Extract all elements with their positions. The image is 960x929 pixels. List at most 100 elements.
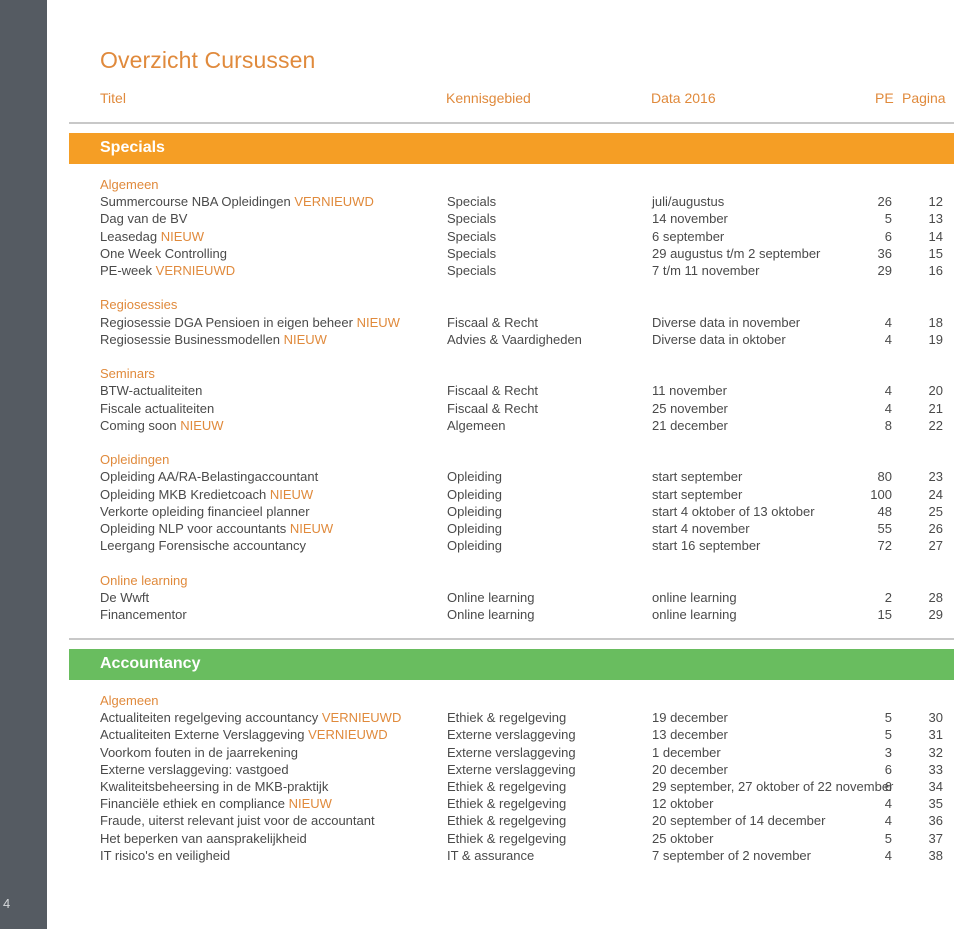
course-dates: 6 september bbox=[652, 228, 725, 244]
course-dates: 13 december bbox=[652, 727, 728, 743]
course-page: 27 bbox=[928, 538, 943, 554]
course-row: Externe verslaggeving: vastgoed Externe v… bbox=[0, 762, 960, 779]
course-row: Verkorte opleiding financieel planner Opl… bbox=[0, 504, 960, 521]
course-page: 32 bbox=[928, 744, 943, 760]
course-area: IT & assurance bbox=[447, 847, 535, 863]
course-status-tag: VERNIEUWD bbox=[308, 727, 388, 743]
column-header-pe: PE bbox=[875, 90, 894, 106]
column-header-dates: Data 2016 bbox=[651, 90, 716, 106]
course-row: Opleiding MKB Kredietcoach NIEUW Opleidin… bbox=[0, 487, 960, 504]
course-title: BTW-actualiteiten bbox=[100, 383, 203, 399]
course-page: 15 bbox=[928, 245, 943, 261]
course-status-tag: VERNIEUWD bbox=[321, 710, 402, 726]
course-dates: 12 oktober bbox=[652, 796, 714, 812]
course-row: BTW-actualiteiten Fiscaal & Recht 11 novem… bbox=[0, 383, 960, 400]
course-pe: 5 bbox=[884, 211, 892, 227]
course-pe: 100 bbox=[870, 486, 892, 502]
course-page: 22 bbox=[928, 417, 943, 433]
course-row: IT risico's en veiligheid IT & assurance 7… bbox=[0, 848, 960, 865]
course-title: Summercourse NBA Opleidingen bbox=[100, 194, 291, 210]
course-title-cell: Fiscale actualiteiten bbox=[100, 401, 214, 416]
course-pe: 3 bbox=[884, 744, 892, 760]
course-row: Kwaliteitsbeheersing in de MKB-praktijk E… bbox=[0, 779, 960, 796]
course-dates: 1 december bbox=[652, 744, 721, 760]
course-pe: 26 bbox=[877, 194, 892, 210]
course-pe: 55 bbox=[877, 521, 892, 536]
course-page: 13 bbox=[928, 211, 943, 227]
course-pe: 4 bbox=[884, 400, 892, 416]
course-row: Opleiding NLP voor accountants NIEUW Ople… bbox=[0, 521, 960, 538]
course-page: 25 bbox=[928, 503, 943, 519]
course-area: Externe verslaggeving bbox=[447, 727, 576, 743]
course-title: Regiosessie DGA Pensioen in eigen beheer bbox=[100, 314, 353, 330]
course-dates: 29 augustus t/m 2 september bbox=[652, 245, 821, 261]
course-row: Financementor Online learning online learn… bbox=[0, 607, 960, 624]
course-dates: 25 november bbox=[652, 400, 728, 416]
course-area: Externe verslaggeving bbox=[447, 761, 576, 777]
course-page: 16 bbox=[928, 263, 943, 278]
course-title-cell: BTW-actualiteiten bbox=[100, 383, 202, 398]
course-row: One Week Controlling Specials 29 augustus … bbox=[0, 246, 960, 263]
course-title-cell: Financementor bbox=[100, 607, 187, 622]
header-divider bbox=[69, 122, 954, 124]
course-page: 34 bbox=[928, 779, 943, 794]
course-title: Coming soon bbox=[100, 417, 177, 433]
course-pe: 4 bbox=[884, 847, 892, 863]
course-title: PE-week bbox=[100, 263, 153, 278]
course-row: Coming soon NIEUW Algemeen 21 december 8 22 bbox=[0, 418, 960, 435]
group-heading: Opleidingen bbox=[100, 452, 170, 468]
course-title: Opleiding MKB Kredietcoach bbox=[100, 486, 267, 502]
course-title: Voorkom fouten in de jaarrekening bbox=[100, 744, 299, 760]
course-pe: 8 bbox=[884, 417, 892, 433]
course-row: De Wwft Online learning online learning 2 28 bbox=[0, 590, 960, 607]
course-pe: 5 bbox=[884, 710, 892, 726]
course-area: Opleiding bbox=[447, 538, 502, 554]
course-status-tag: NIEUW bbox=[269, 486, 314, 502]
course-area: Ethiek & regelgeving bbox=[447, 830, 567, 846]
course-title: Het beperken van aansprakelijkheid bbox=[100, 830, 307, 846]
course-area: Opleiding bbox=[447, 521, 502, 536]
course-pe: 36 bbox=[877, 245, 892, 261]
course-title-cell: Regiosessie Businessmodellen NIEUW bbox=[100, 332, 327, 347]
course-title: Verkorte opleiding financieel planner bbox=[100, 503, 310, 519]
course-title-cell: Het beperken van aansprakelijkheid bbox=[100, 831, 307, 846]
course-pe: 5 bbox=[884, 830, 892, 846]
course-title-cell: Leasedag NIEUW bbox=[100, 229, 204, 244]
course-page: 14 bbox=[928, 228, 943, 244]
course-pe: 6 bbox=[884, 779, 892, 794]
course-area: Specials bbox=[447, 194, 497, 210]
course-pe: 6 bbox=[884, 761, 892, 777]
course-title: Financiële ethiek en compliance bbox=[100, 796, 285, 812]
course-title-cell: Kwaliteitsbeheersing in de MKB-praktijk bbox=[100, 779, 328, 794]
course-title: Leasedag bbox=[100, 228, 158, 244]
course-status-tag: NIEUW bbox=[160, 228, 205, 244]
course-title: Regiosessie Businessmodellen bbox=[100, 331, 280, 347]
course-area: Opleiding bbox=[447, 503, 502, 519]
course-title-cell: De Wwft bbox=[100, 590, 149, 605]
course-title-cell: One Week Controlling bbox=[100, 246, 227, 261]
course-dates: start september bbox=[652, 469, 743, 485]
course-area: Advies & Vaardigheden bbox=[447, 331, 582, 347]
course-dates: 20 december bbox=[652, 761, 728, 777]
course-title-cell: Verkorte opleiding financieel planner bbox=[100, 504, 310, 519]
course-page: 31 bbox=[928, 727, 943, 743]
course-page: 30 bbox=[928, 710, 943, 726]
course-dates: online learning bbox=[652, 607, 737, 622]
course-title-cell: Voorkom fouten in de jaarrekening bbox=[100, 745, 298, 760]
course-dates: 19 december bbox=[652, 710, 728, 726]
course-title: Opleiding AA/RA-Belastingaccountant bbox=[100, 469, 319, 485]
course-row: Leasedag NIEUW Specials 6 september 6 14 bbox=[0, 229, 960, 246]
course-area: Opleiding bbox=[447, 469, 502, 485]
course-status-tag: NIEUW bbox=[288, 796, 332, 812]
course-dates: 21 december bbox=[652, 417, 728, 433]
course-status-tag: VERNIEUWD bbox=[294, 194, 374, 210]
course-page: 20 bbox=[928, 383, 943, 399]
course-status-tag: NIEUW bbox=[289, 521, 334, 536]
group-heading: Algemeen bbox=[100, 177, 159, 192]
course-dates: 11 november bbox=[652, 383, 727, 399]
course-page: 28 bbox=[928, 589, 943, 605]
group-heading: Online learning bbox=[100, 572, 188, 588]
course-title-cell: IT risico's en veiligheid bbox=[100, 848, 230, 863]
course-row: Summercourse NBA Opleidingen VERNIEUWD Sp… bbox=[0, 194, 960, 211]
course-row: Financiële ethiek en compliance NIEUW Eth… bbox=[0, 796, 960, 813]
